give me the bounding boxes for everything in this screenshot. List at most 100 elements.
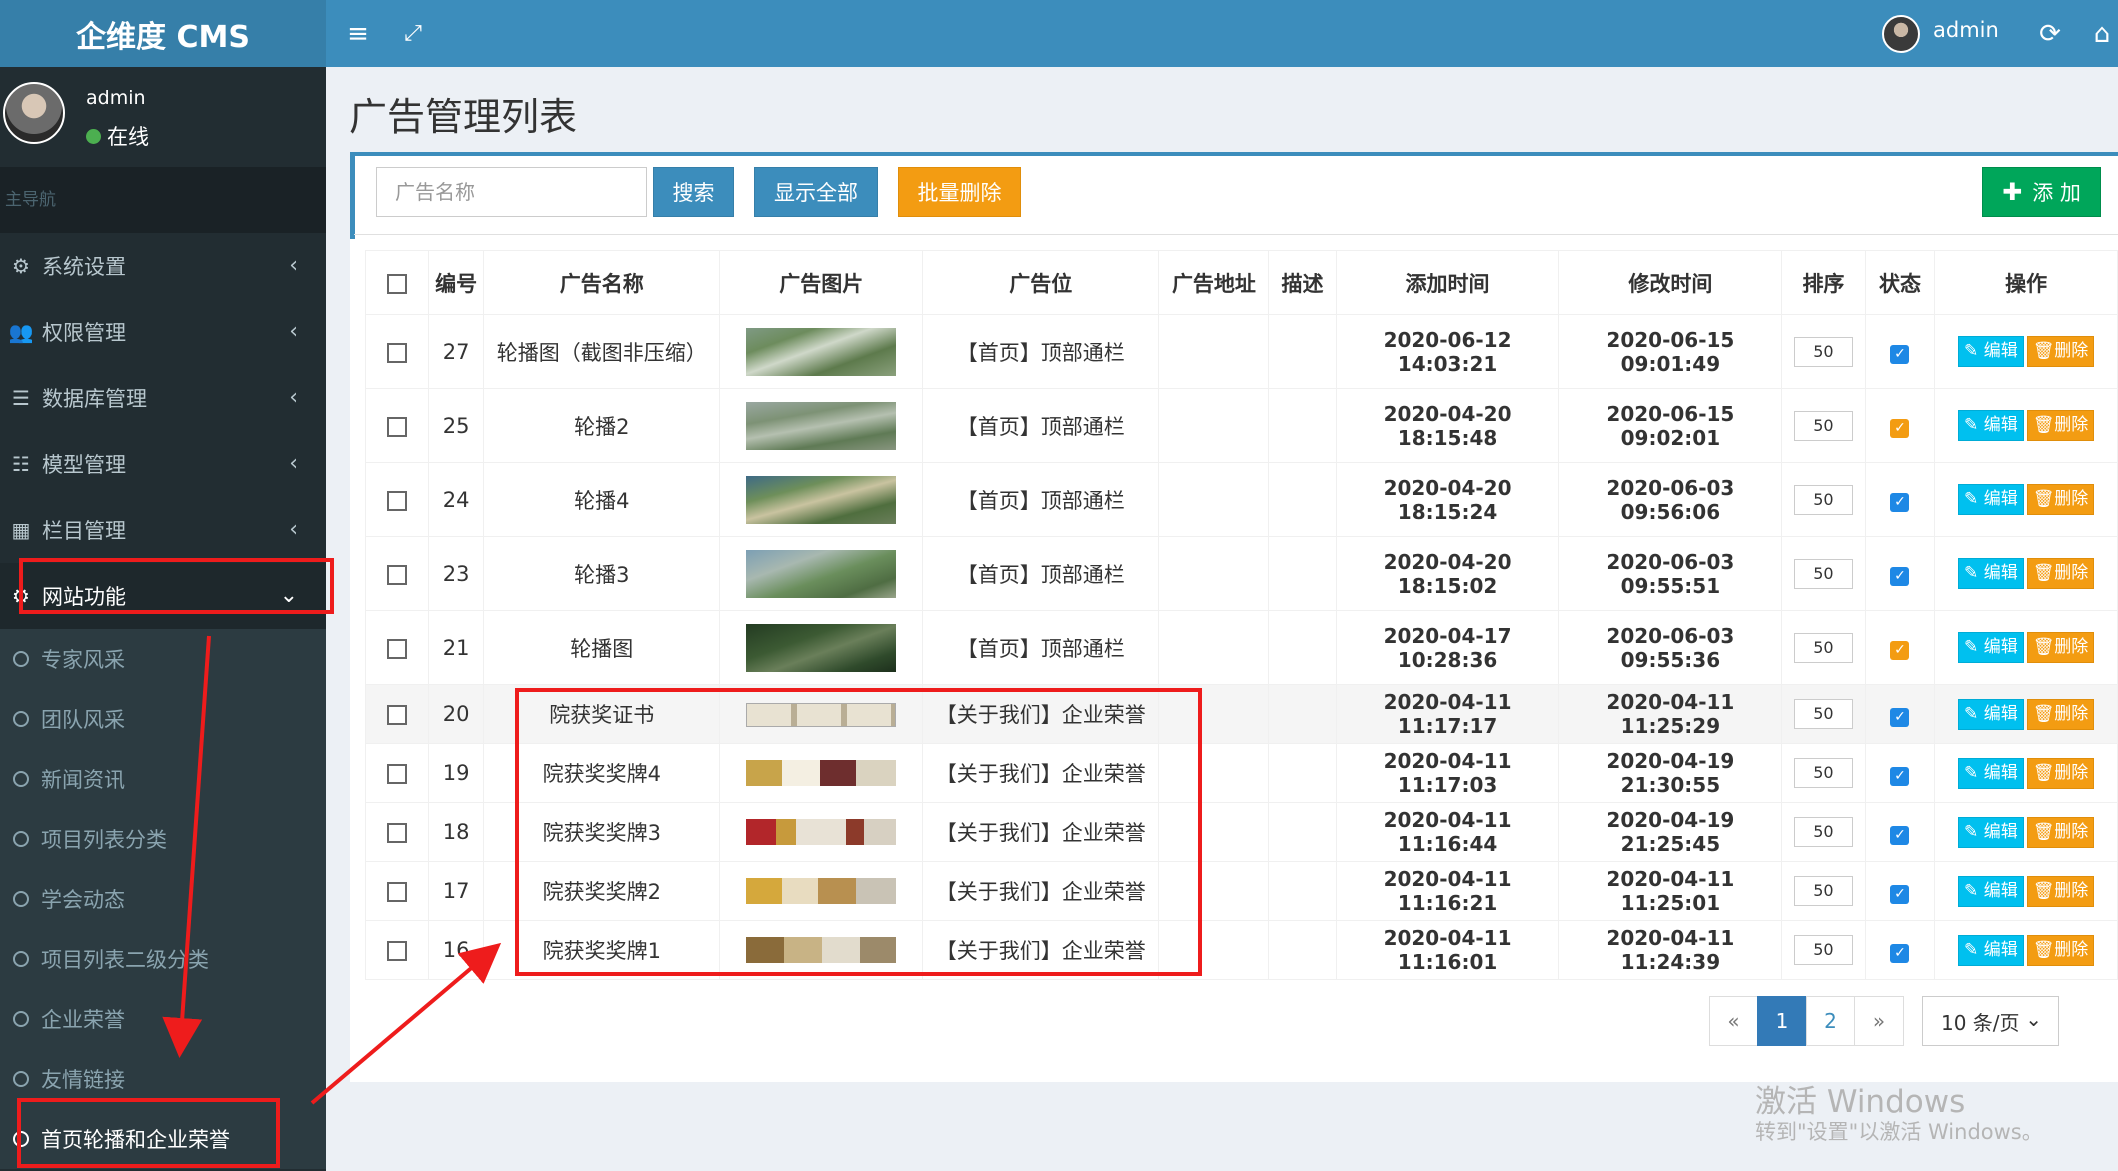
delete-button[interactable]: 🗑删除 [2026,934,2095,966]
delete-button[interactable]: 🗑删除 [2026,336,2095,367]
status-checkbox-icon[interactable]: ✓ [1890,766,1910,786]
select-all-checkbox-cell[interactable] [364,250,430,315]
sidebar-item-4[interactable]: ▦ 栏目管理 ‹ [0,497,326,563]
ad-image-thumbnail[interactable] [746,760,897,786]
row-checkbox-cell[interactable] [364,743,430,803]
delete-button[interactable]: 🗑删除 [2026,484,2095,515]
edit-button[interactable]: ✎ 编辑 [1958,632,2024,663]
table-row[interactable]: 23 轮播3 【首页】顶部通栏 2020-04-20 18:15:02 2020-06-… [364,536,2118,611]
status-checkbox-icon[interactable]: ✓ [1890,345,1910,364]
row-checkbox-cell[interactable] [364,388,430,463]
sort-order-input[interactable]: 50 [1793,410,1853,441]
sort-order-input[interactable]: 50 [1793,817,1853,847]
table-row[interactable]: 24 轮播4 【首页】顶部通栏 2020-04-20 18:15:24 2020-06-… [364,462,2118,537]
status-checkbox-icon[interactable]: ✓ [1890,825,1910,845]
delete-button[interactable]: 🗑删除 [2026,698,2095,730]
delete-button[interactable]: 🗑删除 [2026,757,2095,789]
status-checkbox-icon[interactable]: ✓ [1890,707,1910,727]
col-sort[interactable]: 排序 [1781,250,1866,315]
sort-order-input[interactable]: 50 [1793,935,1853,965]
row-checkbox-cell[interactable] [364,802,430,862]
status-checkbox-icon[interactable]: ✓ [1890,419,1910,438]
page-size-select[interactable]: 10 条/页 ⌄ [1922,996,2059,1046]
home-icon[interactable]: ⌂ [2086,0,2118,67]
edit-button[interactable]: ✎ 编辑 [1958,934,2024,966]
status-checkbox-icon[interactable]: ✓ [1890,567,1910,586]
table-row[interactable]: 20 院获奖证书 【关于我们】企业荣誉 2020-04-11 11:17:17 2020… [364,684,2118,744]
pagination-next[interactable]: » [1854,996,1904,1046]
brand-logo[interactable]: 企维度 CMS [0,0,326,67]
ad-name-search-input[interactable]: 广告名称 [376,167,647,217]
sort-order-input[interactable]: 50 [1793,632,1853,663]
edit-button[interactable]: ✎ 编辑 [1958,875,2024,907]
ad-image-thumbnail[interactable] [746,702,897,727]
row-checkbox-cell[interactable] [364,920,430,980]
row-checkbox-cell[interactable] [364,462,430,537]
ad-image-thumbnail[interactable] [746,327,897,376]
col-modified[interactable]: 修改时间 [1558,250,1783,315]
row-checkbox[interactable] [387,823,408,843]
delete-button[interactable]: 🗑删除 [2026,558,2095,589]
ad-image-thumbnail[interactable] [746,623,897,672]
refresh-icon[interactable]: ⟳ [2028,0,2072,67]
submenu-item-5[interactable]: 项目列表二级分类 [0,929,326,989]
sidebar-item-1[interactable]: 👥 权限管理 ‹ [0,299,326,365]
ad-image-thumbnail[interactable] [746,819,897,845]
submenu-item-0[interactable]: 专家风采 [0,629,326,689]
pagination-prev[interactable]: « [1709,996,1758,1046]
row-checkbox[interactable] [387,941,408,961]
status-checkbox-icon[interactable]: ✓ [1890,943,1910,963]
row-checkbox-cell[interactable] [364,684,430,744]
table-row[interactable]: 27 轮播图（截图非压缩） 【首页】顶部通栏 2020-06-12 14:03:21 2… [364,314,2118,389]
ad-image-thumbnail[interactable] [746,937,897,963]
sort-order-input[interactable]: 50 [1793,758,1853,788]
delete-button[interactable]: 🗑删除 [2026,816,2095,848]
fullscreen-icon[interactable]: ⤢ [376,0,450,67]
admin-username[interactable]: admin [1933,0,1999,67]
sort-order-input[interactable]: 50 [1793,699,1853,729]
submenu-item-6[interactable]: 企业荣誉 [0,989,326,1049]
row-checkbox[interactable] [387,705,408,725]
batch-delete-button[interactable]: 批量删除 [898,167,1021,217]
submenu-item-3[interactable]: 项目列表分类 [0,809,326,869]
row-checkbox[interactable] [387,490,408,511]
sidebar-item-3[interactable]: ☷ 模型管理 ‹ [0,431,326,497]
sidebar-item-2[interactable]: ☰ 数据库管理 ‹ [0,365,326,431]
col-added[interactable]: 添加时间 [1335,250,1560,315]
sort-order-input[interactable]: 50 [1793,558,1853,589]
sort-order-input[interactable]: 50 [1793,336,1853,367]
submenu-item-2[interactable]: 新闻资讯 [0,749,326,809]
sidebar-item-0[interactable]: ⚙ 系统设置 ‹ [0,233,326,299]
row-checkbox-cell[interactable] [364,610,430,685]
pagination-page-2[interactable]: 2 [1806,996,1855,1046]
edit-button[interactable]: ✎ 编辑 [1958,757,2024,789]
admin-avatar[interactable] [1882,15,1920,53]
sidebar-item-5[interactable]: ⚙ 网站功能 ⌄ [0,563,326,629]
submenu-item-4[interactable]: 学会动态 [0,869,326,929]
table-row[interactable]: 17 院获奖奖牌2 【关于我们】企业荣誉 2020-04-11 11:16:21 202… [364,861,2118,921]
col-id[interactable]: 编号 [428,250,485,315]
submenu-item-1[interactable]: 团队风采 [0,689,326,749]
delete-button[interactable]: 🗑删除 [2026,875,2095,907]
status-checkbox-icon[interactable]: ✓ [1890,493,1910,512]
search-button[interactable]: 搜索 [653,167,734,217]
pagination-page-1[interactable]: 1 [1757,996,1807,1046]
row-checkbox[interactable] [387,416,408,437]
table-row[interactable]: 21 轮播图 【首页】顶部通栏 2020-04-17 10:28:36 2020-06-… [364,610,2118,685]
edit-button[interactable]: ✎ 编辑 [1958,816,2024,848]
ad-image-thumbnail[interactable] [746,475,897,524]
sort-order-input[interactable]: 50 [1793,484,1853,515]
show-all-button[interactable]: 显示全部 [754,167,878,217]
row-checkbox-cell[interactable] [364,536,430,611]
table-row[interactable]: 16 院获奖奖牌1 【关于我们】企业荣誉 2020-04-11 11:16:01 202… [364,920,2118,980]
table-row[interactable]: 25 轮播2 【首页】顶部通栏 2020-04-20 18:15:48 2020-06-… [364,388,2118,463]
add-button[interactable]: ✚ 添 加 [1982,167,2101,217]
row-checkbox-cell[interactable] [364,861,430,921]
edit-button[interactable]: ✎ 编辑 [1958,558,2024,589]
submenu-item-8[interactable]: 首页轮播和企业荣誉 [0,1109,326,1169]
edit-button[interactable]: ✎ 编辑 [1958,336,2024,367]
delete-button[interactable]: 🗑删除 [2026,632,2095,663]
row-checkbox[interactable] [387,764,408,784]
select-all-checkbox[interactable] [387,273,408,294]
status-checkbox-icon[interactable]: ✓ [1890,884,1910,904]
